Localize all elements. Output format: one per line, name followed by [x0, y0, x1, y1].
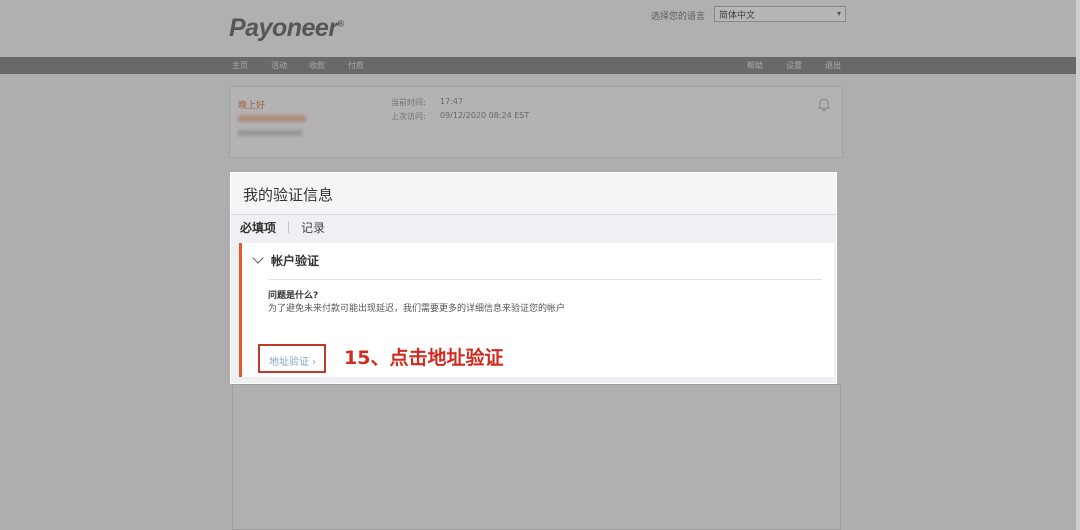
tab-required[interactable]: 必填项 — [240, 219, 276, 236]
question-heading: 问题是什么? — [268, 291, 319, 301]
account-verification-panel: 帐户验证 问题是什么? 为了避免未来付款可能出现延迟，我们需要更多的详细信息来验… — [239, 243, 834, 377]
question-description: 为了避免未来付款可能出现延迟，我们需要更多的详细信息来验证您的帐户 — [268, 304, 566, 314]
section-title[interactable]: 帐户验证 — [271, 252, 319, 269]
chevron-down-icon[interactable] — [252, 252, 264, 264]
tutorial-annotation: 15、点击地址验证 — [344, 347, 504, 369]
verification-modal: 我的验证信息 必填项 记录 帐户验证 问题是什么? 为了避免未来付款可能出现延迟… — [230, 172, 837, 384]
address-verification-link[interactable]: 地址验证 › — [258, 344, 326, 373]
modal-header: 我的验证信息 — [231, 173, 836, 215]
divider — [268, 279, 822, 280]
tab-divider — [288, 221, 289, 233]
address-verification-label: 地址验证 › — [269, 357, 317, 368]
modal-title: 我的验证信息 — [243, 186, 334, 204]
tab-records[interactable]: 记录 — [301, 219, 325, 236]
scrollbar[interactable] — [1076, 0, 1080, 530]
